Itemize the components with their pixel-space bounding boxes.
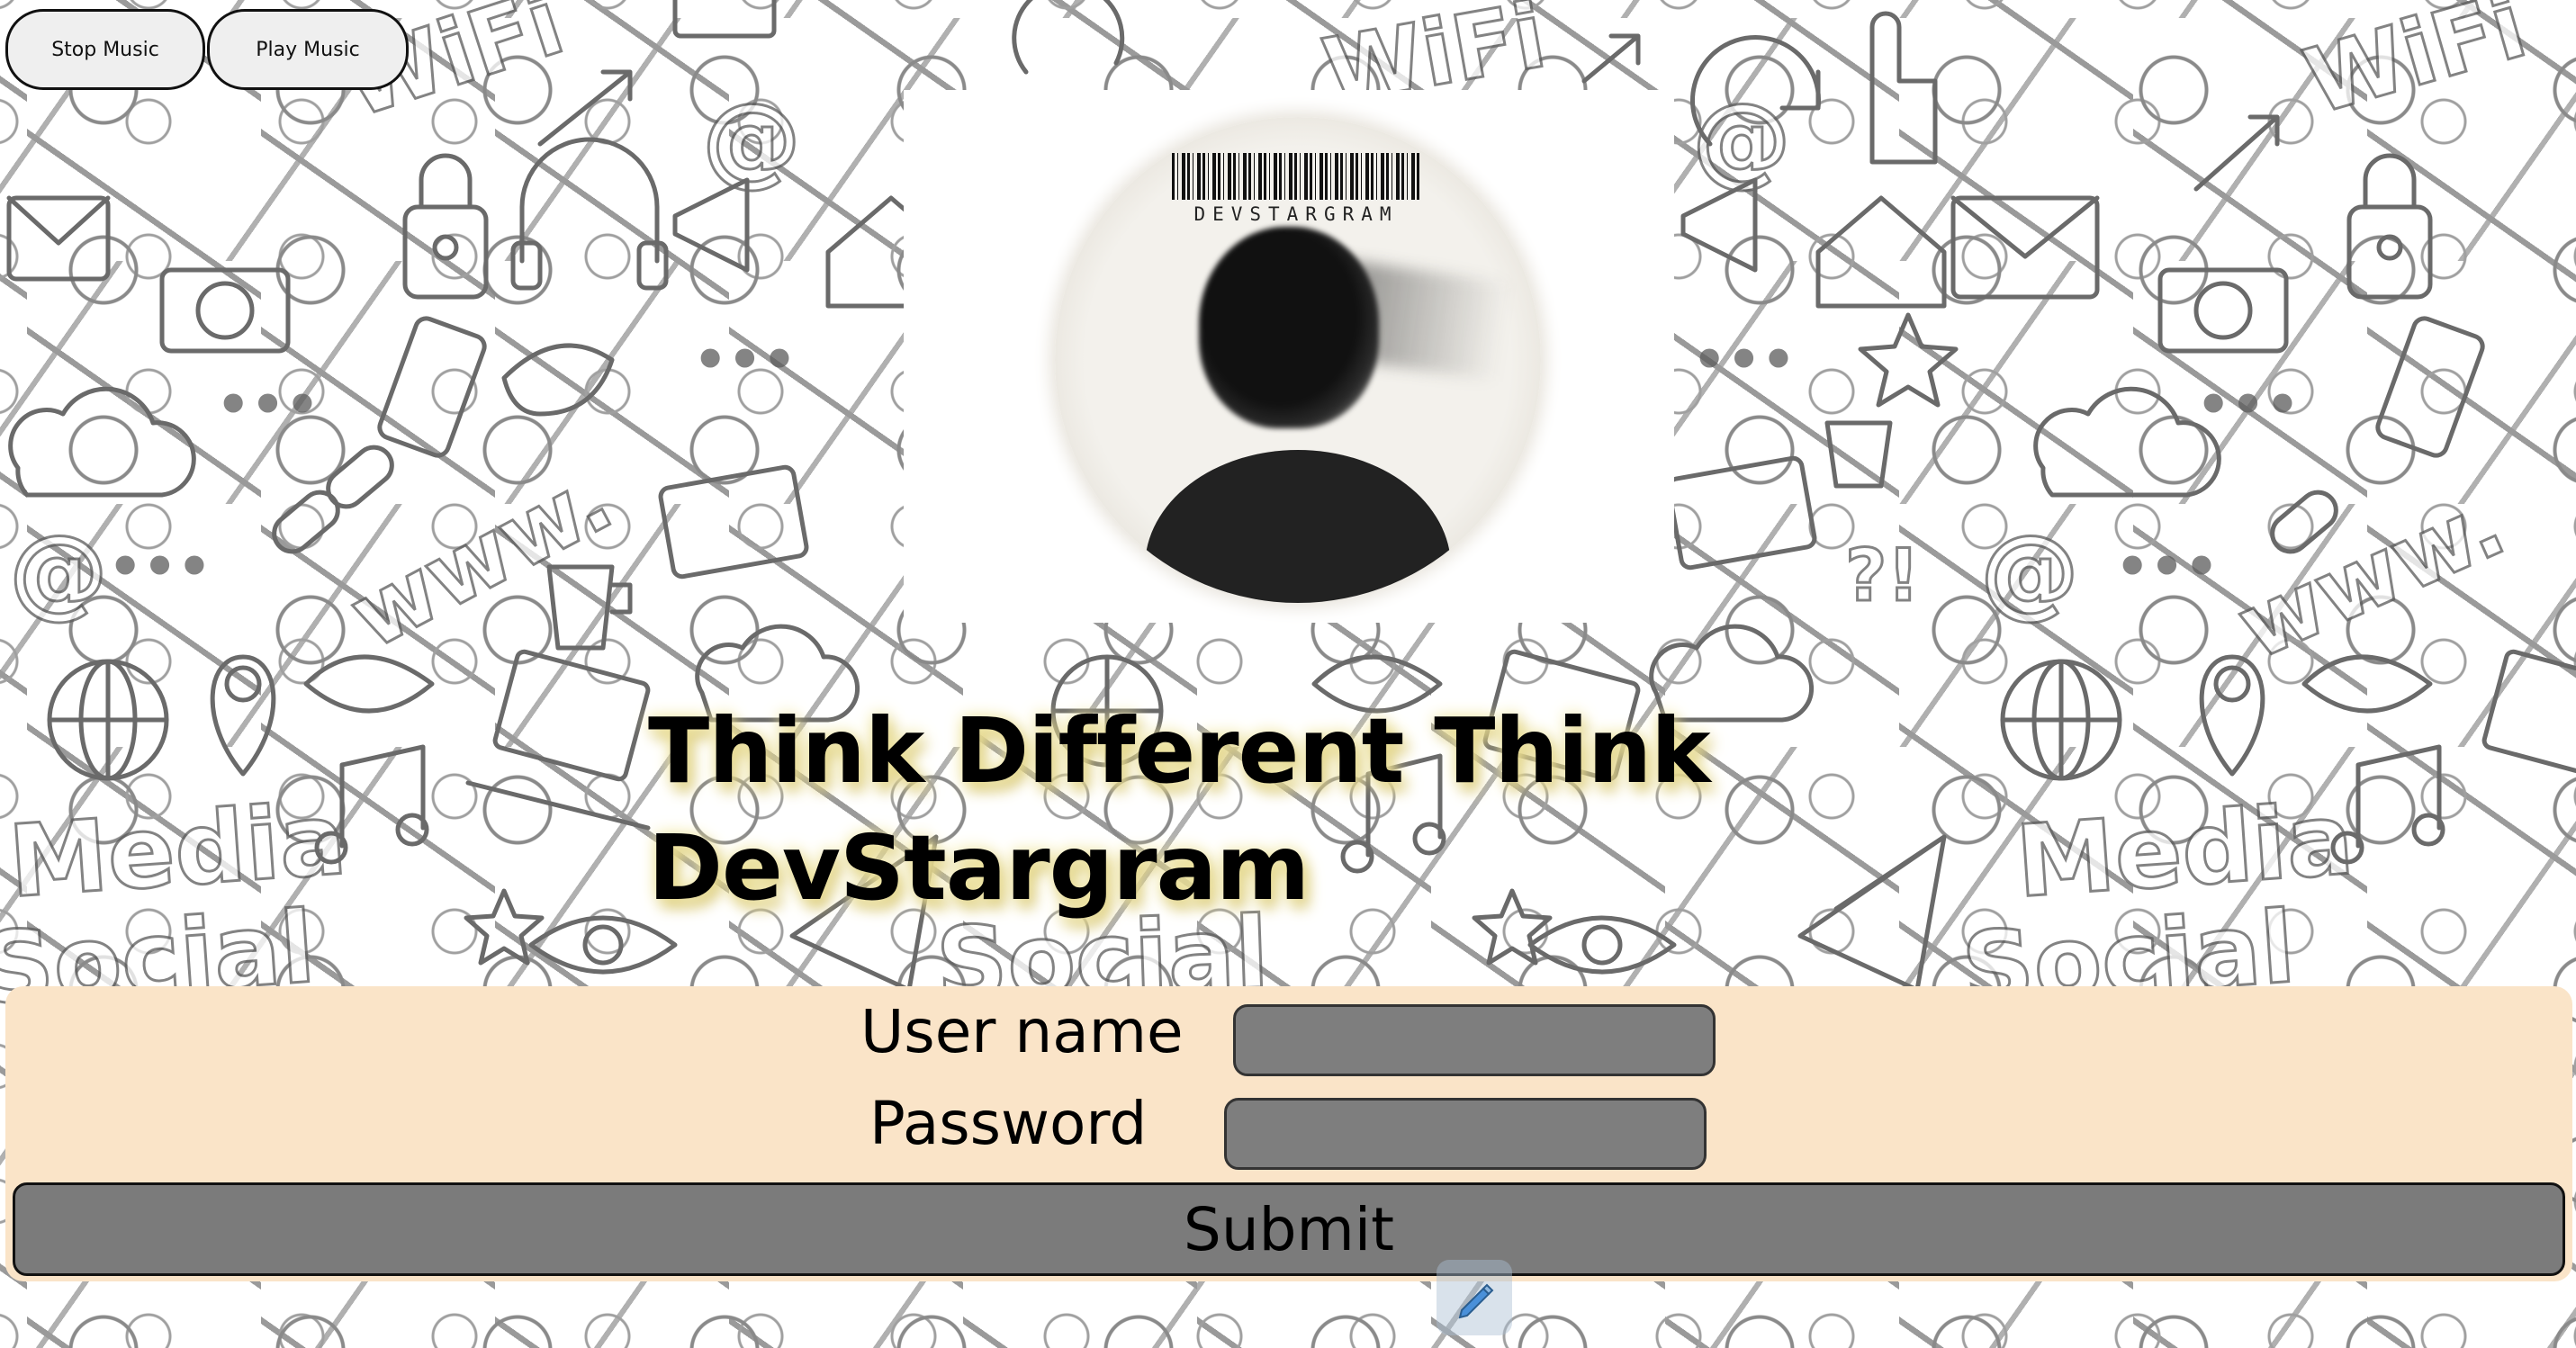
barcode-graphic (1172, 153, 1420, 200)
avatar-body-silhouette (1145, 450, 1451, 603)
bird-icon (501, 343, 615, 417)
barcode-label: DEVSTARGRAM (1193, 203, 1399, 225)
smartphone-icon (2375, 316, 2485, 458)
password-input[interactable] (1224, 1098, 1707, 1170)
cloud-icon (2033, 386, 2221, 498)
star-icon (464, 888, 545, 966)
tablet-icon (658, 464, 809, 580)
house-icon (1815, 195, 1947, 309)
camera-icon (159, 267, 291, 354)
hand-pointer-icon (1869, 11, 1938, 165)
stop-music-button[interactable]: Stop Music (5, 9, 205, 90)
padlock-icon (2346, 153, 2433, 300)
username-label: User name (860, 997, 1184, 1066)
page-background: WiFi WiFi WiFi www. www. Media Media Soc… (0, 0, 2576, 1348)
refresh-icon (1690, 35, 1821, 147)
megaphone-icon (1680, 177, 1758, 273)
tagline-line-2: DevStargram (648, 815, 1310, 921)
chain-link-icon (272, 445, 394, 554)
tablet-icon (1666, 455, 1817, 571)
envelope-icon (1950, 195, 2100, 300)
coffee-cup-icon (546, 564, 633, 651)
avatar-head-silhouette (1199, 227, 1379, 428)
username-input[interactable] (1233, 1004, 1716, 1076)
padlock-icon (402, 153, 489, 300)
submit-button[interactable]: Submit (13, 1182, 2565, 1276)
arrow-icon (1581, 33, 1641, 84)
profile-image-panel: DEVSTARGRAM (904, 90, 1674, 623)
pencil-icon[interactable] (1437, 1260, 1512, 1335)
login-form: User name Password Submit (5, 986, 2572, 1281)
coffee-cup-icon (1824, 420, 1893, 489)
pencil-icon-glyph (1458, 1283, 1494, 1319)
tagline-line-1: Think Different Think (648, 698, 1711, 804)
refresh-icon (1012, 0, 1125, 75)
laptop-icon (2481, 649, 2576, 782)
globe-icon (2000, 659, 2122, 781)
chain-link-icon (2270, 490, 2338, 554)
arrow-icon (537, 69, 633, 147)
smartphone-icon (377, 316, 487, 458)
music-note-icon (314, 744, 429, 865)
music-note-icon (2330, 744, 2445, 865)
megaphone-icon (672, 177, 750, 273)
headphones-icon (510, 137, 669, 291)
star-icon (1858, 312, 1959, 408)
password-label: Password (869, 1089, 1148, 1158)
lips-icon (303, 654, 435, 714)
camera-icon (2157, 267, 2289, 354)
play-music-button[interactable]: Play Music (207, 9, 409, 90)
map-pin-icon (210, 654, 276, 777)
arrow-icon (2193, 114, 2280, 192)
envelope-icon (6, 195, 111, 282)
lips-icon (2301, 654, 2433, 714)
map-pin-icon (2199, 654, 2265, 777)
envelope-icon (672, 0, 777, 39)
page-tagline: Think Different Think DevStargram (648, 693, 1818, 927)
paper-plane-icon (1797, 834, 1947, 993)
cloud-icon (8, 386, 196, 498)
globe-icon (47, 659, 169, 781)
profile-avatar: DEVSTARGRAM (1055, 117, 1541, 603)
laptop-icon (465, 649, 651, 831)
